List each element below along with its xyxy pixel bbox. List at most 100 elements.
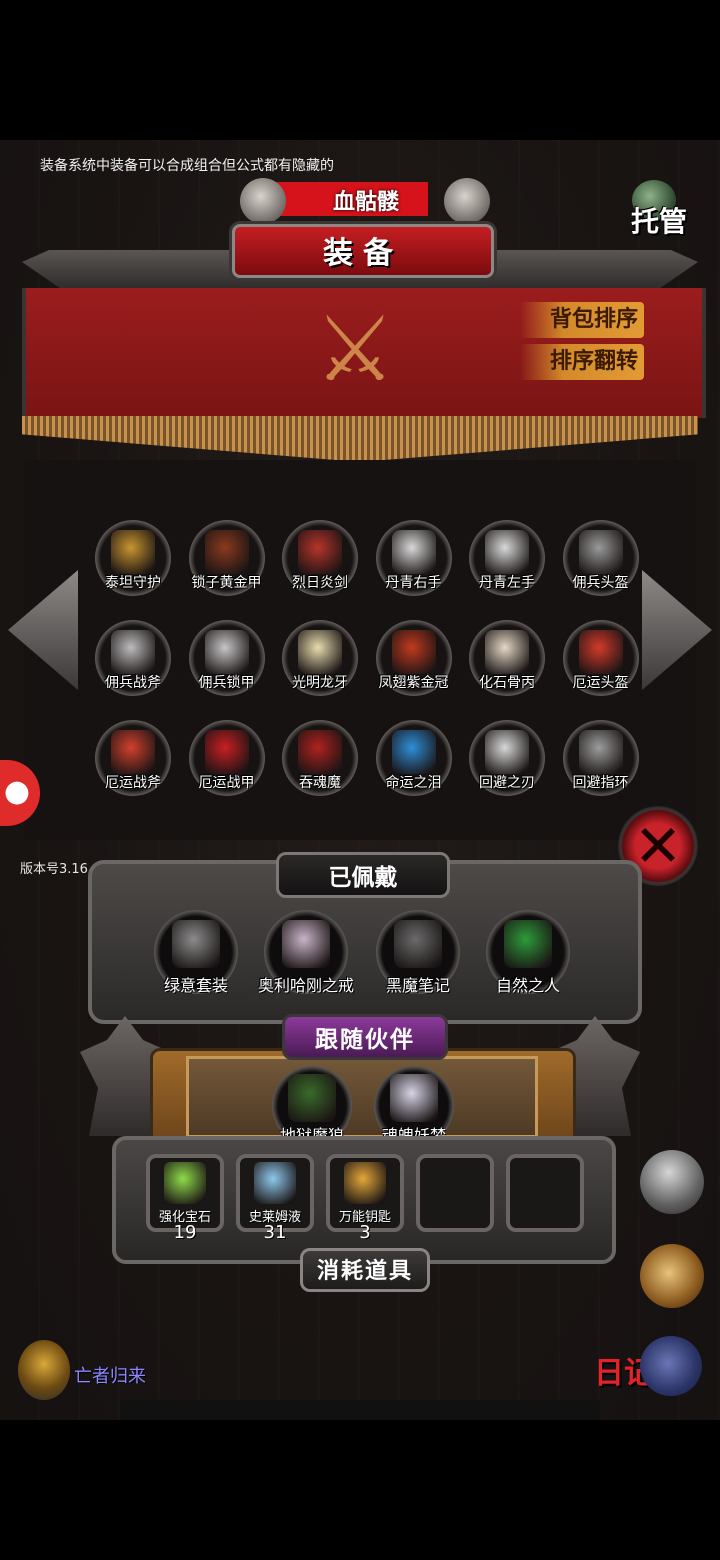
- partner-item-icon: [390, 1074, 438, 1122]
- inventory-slot[interactable]: 厄运头盔: [562, 620, 639, 696]
- inventory-item-icon: [578, 630, 623, 674]
- inventory-slot[interactable]: 丹青左手: [469, 520, 545, 596]
- knight-helmet-button-icon[interactable]: [640, 1150, 704, 1214]
- inventory-slot[interactable]: 烈日炎剑: [282, 520, 358, 596]
- consumable-empty-slot[interactable]: [506, 1154, 584, 1232]
- inventory-item-icon: [298, 530, 342, 574]
- panel-title: 装备: [323, 236, 403, 271]
- inventory-item-icon: [111, 730, 155, 774]
- consumable-slot[interactable]: 万能钥匙 3: [326, 1154, 404, 1243]
- diary-book-icon[interactable]: [640, 1336, 702, 1396]
- inventory-item-name: 佣兵锁甲: [198, 675, 255, 691]
- inventory-slot[interactable]: 凤翅紫金冠: [375, 620, 452, 696]
- inventory-item-name: 命运之泪: [385, 775, 442, 791]
- equipped-item-name: 奥利哈刚之戒: [257, 976, 354, 995]
- inventory-item-name: 厄运战斧: [105, 775, 161, 791]
- inventory-item-icon: [391, 530, 436, 574]
- inventory-item-icon: [391, 730, 436, 774]
- auto-play-button[interactable]: 托管: [624, 180, 694, 240]
- equipped-item-name: 绿意套装: [163, 976, 228, 995]
- tavern-mug-button-icon[interactable]: [640, 1244, 704, 1308]
- inventory-item-name: 光明龙牙: [292, 675, 348, 691]
- inventory-slot[interactable]: 吞魂魔: [282, 720, 358, 796]
- inventory-item-name: 佣兵头盔: [572, 575, 629, 591]
- equipped-slot[interactable]: 奥利哈刚之戒: [258, 910, 354, 995]
- consumable-slot[interactable]: 史莱姆液 31: [236, 1154, 314, 1243]
- inventory-item-icon: [485, 530, 529, 574]
- consumable-item-icon: [254, 1162, 296, 1204]
- sort-bag-button[interactable]: 背包排序: [520, 302, 644, 338]
- equipped-item-icon: [394, 920, 442, 968]
- inventory-slot[interactable]: 佣兵头盔: [562, 520, 639, 596]
- player-avatar[interactable]: [18, 1340, 70, 1400]
- boss-name: 血骷髅: [332, 190, 399, 215]
- crossed-swords-emblem-icon: ⚔: [314, 297, 396, 402]
- equipped-slot[interactable]: 黑魔笔记: [376, 910, 460, 995]
- equipped-item-icon: [504, 920, 552, 968]
- partner-title: 跟随伙伴: [315, 1027, 415, 1053]
- inventory-slot[interactable]: 命运之泪: [375, 720, 452, 796]
- inventory-slot[interactable]: 化石骨丙: [469, 620, 545, 696]
- inventory-slot[interactable]: 回避指环: [562, 720, 639, 796]
- hint-text: 装备系统中装备可以合成组合但公式都有隐藏的: [40, 158, 334, 174]
- equipped-item-name: 自然之人: [495, 976, 560, 995]
- inventory-slot[interactable]: 锁子黄金甲: [188, 520, 265, 596]
- inventory-slot[interactable]: 泰坦守护: [95, 520, 171, 596]
- consumable-item-icon: [344, 1162, 386, 1204]
- equipped-item-name: 黑魔笔记: [385, 976, 450, 995]
- inventory-item-icon: [391, 630, 436, 674]
- inventory-item-name: 化石骨丙: [479, 675, 535, 691]
- consumables-title: 消耗道具: [316, 1259, 413, 1284]
- inventory-slot[interactable]: 佣兵战斧: [95, 620, 171, 696]
- inventory-slot[interactable]: 回避之刃: [469, 720, 545, 796]
- inventory-item-icon: [578, 530, 623, 574]
- partner-slot[interactable]: 地狱魔狼: [272, 1066, 352, 1146]
- inventory-item-icon: [111, 630, 155, 674]
- inventory-slot[interactable]: 厄运战斧: [95, 720, 171, 796]
- inventory-item-name: 回避指环: [572, 775, 629, 791]
- partner-item-icon: [288, 1074, 336, 1122]
- inventory-item-icon: [111, 530, 155, 574]
- inventory-slot[interactable]: 佣兵锁甲: [188, 620, 265, 696]
- consumable-item-icon: [164, 1162, 206, 1204]
- equipped-item-icon: [172, 920, 220, 968]
- consumable-count: 19: [173, 1222, 197, 1243]
- inventory-slot[interactable]: 厄运战甲: [188, 720, 265, 796]
- consumable-slot[interactable]: 强化宝石 19: [146, 1154, 224, 1243]
- inventory-item-name: 厄运战甲: [198, 775, 255, 791]
- consumable-count: 31: [263, 1222, 287, 1243]
- version-label: 版本号3.16: [20, 862, 88, 877]
- inventory-item-icon: [298, 730, 342, 774]
- inventory-item-name: 回避之刃: [479, 775, 535, 791]
- auto-play-label: 托管: [630, 205, 687, 238]
- equipped-title: 已佩戴: [328, 865, 398, 891]
- partner-slot[interactable]: 魂魄妖梦: [374, 1066, 454, 1146]
- reverse-sort-button[interactable]: 排序翻转: [520, 344, 644, 380]
- bottom-strip: [120, 1400, 600, 1420]
- equipped-item-icon: [282, 920, 330, 968]
- inventory-slot[interactable]: 光明龙牙: [282, 620, 358, 696]
- inventory-item-icon: [298, 630, 342, 674]
- inventory-item-icon: [578, 730, 623, 774]
- inventory-item-icon: [204, 530, 249, 574]
- consumable-empty-slot[interactable]: [416, 1154, 494, 1232]
- inventory-item-icon: [204, 630, 249, 674]
- inventory-item-name: 丹青右手: [385, 575, 442, 591]
- player-name: 亡者归来: [74, 1366, 146, 1387]
- inventory-item-name: 丹青左手: [479, 575, 535, 591]
- inventory-item-name: 佣兵战斧: [105, 675, 161, 691]
- inventory-item-icon: [204, 730, 249, 774]
- inventory-item-icon: [485, 630, 529, 674]
- inventory-item-name: 凤翅紫金冠: [378, 675, 449, 691]
- inventory-item-name: 烈日炎剑: [292, 575, 348, 591]
- equipped-slot[interactable]: 自然之人: [486, 910, 570, 995]
- partner-slots-area: [186, 1056, 538, 1138]
- inventory-item-name: 吞魂魔: [299, 775, 341, 791]
- inventory-slot[interactable]: 丹青右手: [375, 520, 452, 596]
- inventory-item-name: 锁子黄金甲: [191, 575, 262, 591]
- user-icon: ●: [3, 774, 31, 809]
- game-screen: 装备系统中装备可以合成组合但公式都有隐藏的 血骷髅 托管 ⚔ 装备 背包排序 排…: [0, 140, 720, 1420]
- consumable-count: 3: [359, 1222, 371, 1243]
- equipped-slot[interactable]: 绿意套装: [154, 910, 238, 995]
- inventory-item-name: 厄运头盔: [572, 675, 629, 691]
